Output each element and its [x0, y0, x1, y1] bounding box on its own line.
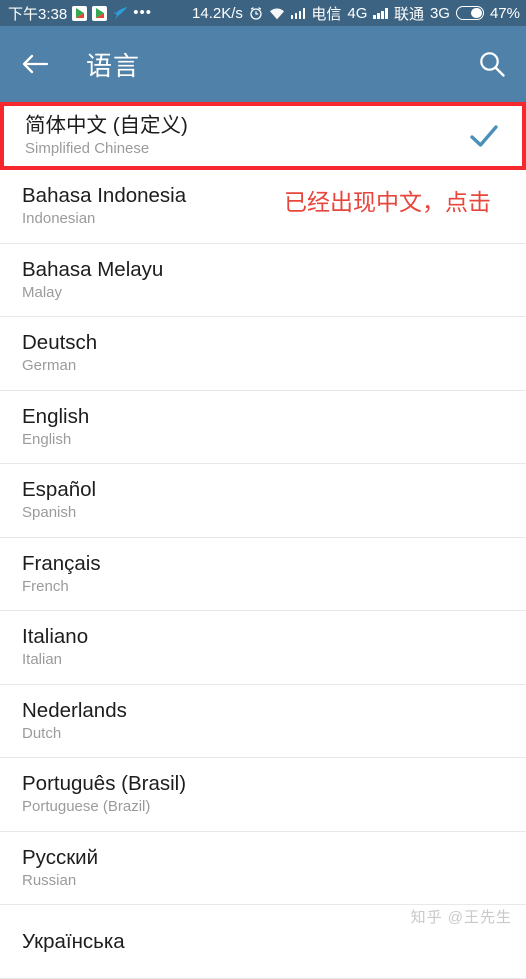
list-item-selected[interactable]: 简体中文 (自定义) Simplified Chinese — [7, 109, 519, 163]
signal-bars-icon — [290, 7, 306, 19]
list-item-secondary: Simplified Chinese — [25, 140, 150, 157]
list-item-secondary: Dutch — [22, 724, 62, 742]
status-clock: 下午3:38 — [8, 5, 68, 23]
page-title: 语言 — [86, 50, 141, 81]
list-item[interactable]: Nederlands Dutch — [0, 684, 526, 758]
language-list: 简体中文 (自定义) Simplified Chinese Bahasa Ind… — [0, 102, 526, 979]
list-item-primary: Русский — [22, 845, 99, 869]
list-item-primary: English — [22, 404, 90, 428]
list-item-secondary: English — [22, 430, 72, 448]
list-item-secondary: Indonesian — [22, 210, 96, 228]
list-item-primary: Deutsch — [22, 331, 98, 355]
status-bar-right: 14.2K/s 电信 4G 联通 3G 47% — [192, 3, 520, 24]
list-item-primary: Italiano — [22, 625, 89, 649]
play-store-icon — [92, 5, 108, 21]
sim2-carrier: 联通 — [393, 5, 424, 23]
language-rows: Bahasa Indonesia Indonesian Bahasa Melayu M… — [0, 170, 526, 979]
list-item-primary: Українська — [22, 929, 125, 953]
list-item[interactable]: Bahasa Melayu Malay — [0, 243, 526, 317]
back-arrow-icon[interactable] — [20, 49, 50, 79]
selected-language-highlight: 简体中文 (自定义) Simplified Chinese — [0, 102, 526, 170]
alarm-icon — [249, 6, 263, 20]
list-item-secondary: Portuguese (Brazil) — [22, 798, 151, 816]
battery-icon — [455, 6, 484, 20]
check-icon — [467, 119, 501, 153]
app-bar: 语言 — [0, 26, 526, 102]
play-store-icon — [72, 5, 88, 21]
list-item[interactable]: English English — [0, 390, 526, 464]
list-item-secondary: Russian — [22, 871, 77, 889]
watermark: 知乎 @王先生 — [410, 909, 512, 926]
list-item-primary: 简体中文 (自定义) — [25, 114, 188, 137]
list-item-primary: Español — [22, 478, 97, 502]
sim2-network: 3G — [429, 4, 450, 22]
search-icon[interactable] — [478, 50, 506, 78]
list-item[interactable]: Bahasa Indonesia Indonesian — [0, 170, 526, 244]
battery-percent: 47% — [489, 4, 520, 22]
network-speed: 14.2K/s — [192, 4, 243, 22]
list-item-secondary: Malay — [22, 283, 63, 301]
bird-icon — [112, 6, 128, 20]
list-item-primary: Français — [22, 551, 101, 575]
list-item-secondary: Italian — [22, 651, 63, 669]
list-item-secondary: French — [22, 577, 69, 595]
list-item-primary: Bahasa Indonesia — [22, 184, 187, 208]
list-item[interactable]: Français French — [0, 537, 526, 611]
list-item-secondary: Spanish — [22, 504, 77, 522]
signal-bars-icon — [373, 7, 388, 19]
list-item-primary: Português (Brasil) — [22, 772, 187, 796]
status-bar: 下午3:38 ••• 14.2K/s 电信 4G 联通 3G 47% — [0, 0, 526, 26]
list-item[interactable]: Italiano Italian — [0, 611, 526, 685]
list-item[interactable]: Deutsch German — [0, 317, 526, 391]
list-item-primary: Bahasa Melayu — [22, 257, 164, 281]
sim1-network: 4G — [347, 4, 368, 22]
sim1-carrier: 电信 — [311, 5, 342, 23]
list-item-secondary: German — [22, 357, 77, 375]
list-item[interactable]: Español Spanish — [0, 464, 526, 538]
wifi-icon — [269, 7, 285, 20]
status-bar-left: 下午3:38 ••• — [8, 3, 152, 24]
list-item-primary: Nederlands — [22, 698, 127, 722]
more-dots-icon: ••• — [133, 4, 152, 21]
list-item[interactable]: Русский Russian — [0, 831, 526, 905]
selected-language-texts: 简体中文 (自定义) Simplified Chinese — [25, 113, 188, 159]
list-item[interactable]: Português (Brasil) Portuguese (Brazil) — [0, 758, 526, 832]
